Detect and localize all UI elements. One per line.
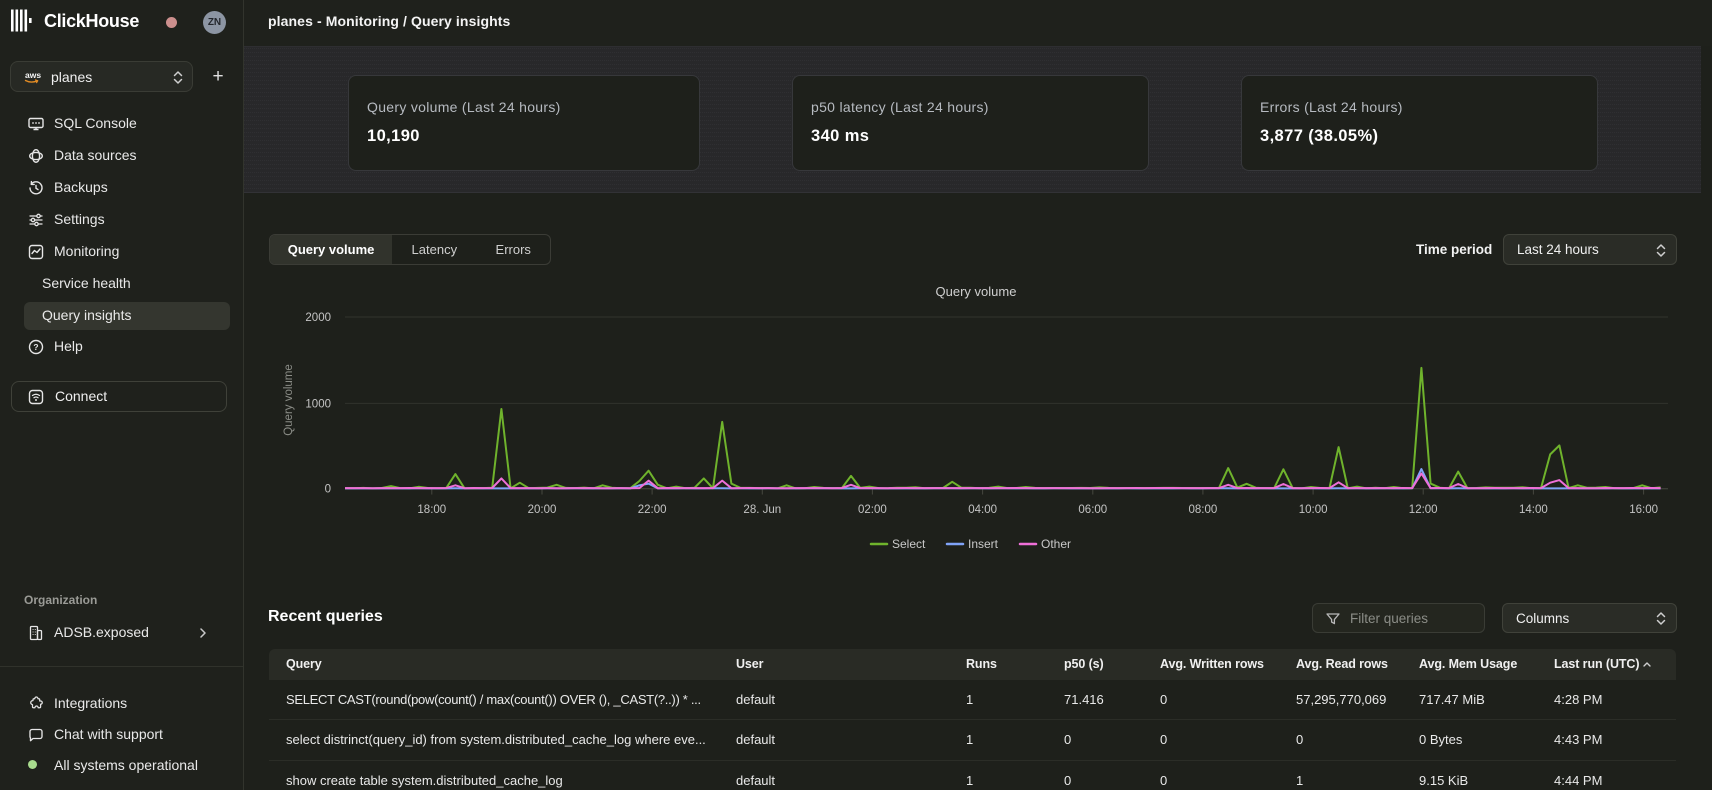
svg-text:02:00: 02:00 bbox=[858, 504, 887, 516]
svg-text:16:00: 16:00 bbox=[1629, 504, 1658, 516]
svg-text:Query volume: Query volume bbox=[936, 284, 1017, 299]
svg-text:20:00: 20:00 bbox=[528, 504, 557, 516]
svg-text:14:00: 14:00 bbox=[1519, 504, 1548, 516]
svg-text:0: 0 bbox=[325, 484, 331, 496]
svg-text:?: ? bbox=[33, 342, 38, 352]
svg-text:Insert: Insert bbox=[968, 537, 999, 551]
svg-text:04:00: 04:00 bbox=[968, 504, 997, 516]
svg-text:12:00: 12:00 bbox=[1409, 504, 1438, 516]
svg-text:Query volume: Query volume bbox=[283, 364, 295, 436]
svg-text:Other: Other bbox=[1041, 537, 1071, 551]
svg-text:2000: 2000 bbox=[305, 312, 331, 324]
svg-text:aws: aws bbox=[25, 70, 41, 80]
svg-text:06:00: 06:00 bbox=[1078, 504, 1107, 516]
svg-text:22:00: 22:00 bbox=[638, 504, 667, 516]
svg-text:1000: 1000 bbox=[305, 398, 331, 410]
svg-text:28. Jun: 28. Jun bbox=[743, 504, 781, 516]
svg-text:08:00: 08:00 bbox=[1189, 504, 1218, 516]
svg-text:18:00: 18:00 bbox=[417, 504, 446, 516]
svg-text:Select: Select bbox=[892, 537, 926, 551]
svg-text:10:00: 10:00 bbox=[1299, 504, 1328, 516]
